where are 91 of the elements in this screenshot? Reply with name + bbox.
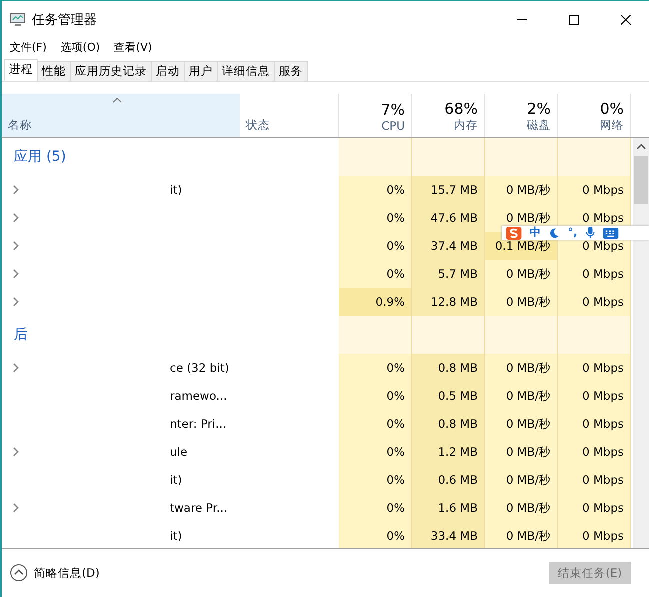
network-cell: 0 Mbps [558,288,631,316]
tab[interactable]: 用户 [184,61,218,81]
cpu-cell: 0% [339,176,412,204]
disk-cell: 0 MB/秒 [485,438,558,466]
column-header[interactable]: 7% CPU [339,94,412,137]
network-cell: 0 Mbps [558,438,631,466]
disk-cell: 0 MB/秒 [485,522,558,548]
cpu-cell: 0% [339,204,412,232]
cpu-cell: 0.9% [339,288,412,316]
fewer-details-link[interactable]: 简略信息(D) [34,566,543,580]
memory-cell: 0.6 MB [412,466,485,494]
scrollbar[interactable] [633,138,649,548]
moon-icon[interactable] [549,228,560,238]
disk-cell: 0 MB/秒 [485,288,558,316]
expand-chevron-icon[interactable] [13,297,19,307]
cpu-cell: 0% [339,382,412,410]
process-name: tware Pr... [170,501,228,515]
window-title: 任务管理器 [32,12,98,29]
disk-cell: 0 MB/秒 [485,354,558,382]
disk-cell: 0 MB/秒 [485,176,558,204]
cpu-cell: 0% [339,438,412,466]
process-name: it) [170,529,182,543]
process-name: ule [170,445,188,459]
monitor-icon [10,13,26,27]
network-cell: 0 Mbps [558,410,631,438]
memory-cell: 1.6 MB [412,494,485,522]
ime-logo-icon[interactable] [506,226,522,240]
column-header[interactable]: 68% 内存 [412,94,485,137]
cpu-cell: 0% [339,466,412,494]
network-cell: 0 Mbps [558,494,631,522]
memory-cell: 0.8 MB [412,410,485,438]
disk-cell: 0 MB/秒 [485,466,558,494]
menu-item[interactable]: 文件(F) [10,40,47,54]
memory-cell: 15.7 MB [412,176,485,204]
expand-chevron-icon[interactable] [13,241,19,251]
memory-cell: 47.6 MB [412,204,485,232]
column-header[interactable]: 名称 [2,94,240,137]
expand-chevron-icon[interactable] [13,447,19,457]
cpu-cell: 0% [339,494,412,522]
network-cell: 0 Mbps [558,354,631,382]
process-name: it) [170,183,182,197]
network-cell: 0 Mbps [558,260,631,288]
memory-cell: 33.4 MB [412,522,485,548]
collapse-icon[interactable] [10,564,28,582]
network-cell: 0 Mbps [558,176,631,204]
close-icon[interactable] [621,15,631,25]
expand-chevron-icon[interactable] [13,213,19,223]
keyboard-icon[interactable] [602,228,619,238]
tab[interactable]: 服务 [274,61,308,81]
process-name: ce (32 bit) [170,361,230,375]
menu-item[interactable]: 选项(O) [60,40,100,54]
memory-cell: 1.2 MB [412,438,485,466]
process-name: nter: Pri... [170,417,227,431]
cpu-cell: 0% [339,354,412,382]
memory-cell: 12.8 MB [412,288,485,316]
tab[interactable]: 进程 [4,59,38,81]
memory-cell: 0.5 MB [412,382,485,410]
cpu-cell: 0% [339,260,412,288]
group-header: 应用 (5) [14,148,66,166]
group-header: 后 [14,326,28,344]
cpu-cell: 0% [339,232,412,260]
process-name: ramewo... [170,389,228,403]
tab[interactable]: 详细信息 [217,61,275,81]
disk-cell: 0 MB/秒 [485,382,558,410]
network-cell: 0 Mbps [558,466,631,494]
memory-cell: 37.4 MB [412,232,485,260]
disk-cell: 0 MB/秒 [485,260,558,288]
scrollbar-thumb[interactable] [634,156,648,204]
tab[interactable]: 性能 [37,61,71,81]
expand-chevron-icon[interactable] [13,269,19,279]
network-cell: 0 Mbps [558,522,631,548]
cpu-cell: 0% [339,410,412,438]
column-header[interactable]: 0% 网络 [558,94,631,137]
tab[interactable]: 启动 [151,61,185,81]
expand-chevron-icon[interactable] [13,503,19,513]
column-header[interactable]: 2% 磁盘 [485,94,558,137]
cpu-cell: 0% [339,522,412,548]
expand-chevron-icon[interactable] [13,185,19,195]
memory-cell: 5.7 MB [412,260,485,288]
disk-cell: 0 MB/秒 [485,494,558,522]
microphone-icon[interactable] [586,227,595,239]
memory-cell: 0.8 MB [412,354,485,382]
menu-item[interactable]: 查看(V) [114,40,152,54]
column-header[interactable]: 状态 [240,94,339,137]
scroll-up-icon[interactable] [636,144,646,150]
maximize-icon[interactable] [569,15,579,25]
disk-cell: 0 MB/秒 [485,410,558,438]
process-name: it) [170,473,182,487]
tab[interactable]: 应用历史记录 [70,61,152,81]
network-cell: 0 Mbps [558,382,631,410]
expand-chevron-icon[interactable] [13,363,19,373]
